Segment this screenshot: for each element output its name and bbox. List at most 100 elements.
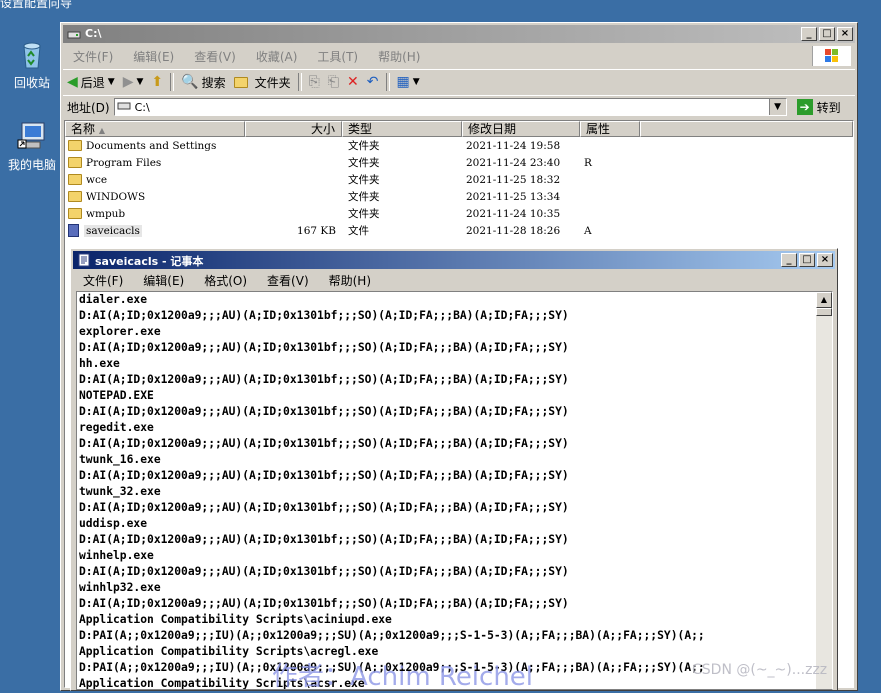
notepad-line: NOTEPAD.EXE xyxy=(79,389,154,402)
toolbar-separator xyxy=(297,73,302,91)
menu-help[interactable]: 帮助(H) xyxy=(319,272,381,289)
notepad-title-bar[interactable]: saveicacls - 记事本 _ □ × xyxy=(73,251,835,269)
notepad-line: hh.exe xyxy=(79,357,120,370)
file-list-header: 名称 ▲ 大小 类型 修改日期 属性 xyxy=(65,121,853,137)
up-folder-icon: ⬆ xyxy=(151,74,164,90)
item-size: 167 KB xyxy=(297,224,336,237)
notepad-line: D:AI(A;ID;0x1200a9;;;AU)(A;ID;0x1301bf;;… xyxy=(79,597,569,610)
close-button[interactable]: × xyxy=(837,27,853,41)
scroll-up-icon[interactable]: ▲ xyxy=(816,292,832,308)
move-to-button[interactable]: ⎘ xyxy=(305,71,324,93)
go-arrow-icon: ➔ xyxy=(796,99,813,115)
notepad-line: D:AI(A;ID;0x1200a9;;;AU)(A;ID;0x1301bf;;… xyxy=(79,341,569,354)
list-item[interactable]: wmpub 文件夹 2021-11-24 10:35 xyxy=(65,205,853,222)
toolbar-separator xyxy=(170,73,175,91)
maximize-button[interactable]: □ xyxy=(819,27,835,41)
recycle-bin-desktop-icon[interactable]: 回收站 xyxy=(0,38,64,91)
menu-file[interactable]: 文件(F) xyxy=(63,48,123,65)
maximize-button[interactable]: □ xyxy=(799,253,815,267)
menu-help[interactable]: 帮助(H) xyxy=(368,48,430,65)
menu-edit[interactable]: 编辑(E) xyxy=(123,48,184,65)
item-name: Documents and Settings xyxy=(86,139,217,152)
notepad-line: winhlp32.exe xyxy=(79,581,161,594)
explorer-title-bar[interactable]: C:\ _ □ × xyxy=(63,25,855,43)
item-type: 文件夹 xyxy=(348,174,380,186)
item-date: 2021-11-28 18:26 xyxy=(466,224,561,237)
folder-icon xyxy=(68,157,82,168)
item-name: saveicacls xyxy=(84,224,142,237)
menu-favorites[interactable]: 收藏(A) xyxy=(246,48,308,65)
folders-icon xyxy=(233,76,248,88)
notepad-line: D:AI(A;ID;0x1200a9;;;AU)(A;ID;0x1301bf;;… xyxy=(79,533,569,546)
copy-to-button[interactable]: ⎗ xyxy=(324,71,343,93)
item-type: 文件夹 xyxy=(348,157,380,169)
notepad-line: D:AI(A;ID;0x1200a9;;;AU)(A;ID;0x1301bf;;… xyxy=(79,501,569,514)
sort-ascending-icon: ▲ xyxy=(98,126,105,135)
list-item[interactable]: Documents and Settings 文件夹 2021-11-24 19… xyxy=(65,137,853,154)
vertical-scrollbar[interactable]: ▲ xyxy=(816,292,832,689)
folders-button[interactable]: 文件夹 xyxy=(230,71,295,93)
item-type: 文件夹 xyxy=(348,191,380,203)
address-dropdown-icon[interactable]: ▼ xyxy=(768,99,786,115)
explorer-title: C:\ xyxy=(85,27,102,40)
column-name[interactable]: 名称 ▲ xyxy=(65,121,245,137)
close-button[interactable]: × xyxy=(817,253,833,267)
forward-button[interactable]: ▶ ▼ xyxy=(119,71,148,93)
menu-view[interactable]: 查看(V) xyxy=(257,272,319,289)
toolbar-separator xyxy=(385,73,390,91)
item-name: wmpub xyxy=(86,207,126,220)
undo-button[interactable]: ↶ xyxy=(363,71,383,93)
notepad-line: dialer.exe xyxy=(79,293,148,306)
back-button[interactable]: ◀ 后退 ▼ xyxy=(63,71,119,93)
column-date[interactable]: 修改日期 xyxy=(462,121,580,137)
recycle-bin-icon xyxy=(16,38,48,70)
item-date: 2021-11-24 19:58 xyxy=(466,139,561,152)
minimize-button[interactable]: _ xyxy=(801,27,817,41)
column-attributes[interactable]: 属性 xyxy=(580,121,640,137)
menu-view[interactable]: 查看(V) xyxy=(184,48,246,65)
go-button[interactable]: ➔ 转到 xyxy=(791,99,847,116)
item-name: Program Files xyxy=(86,156,162,169)
notepad-line: D:AI(A;ID;0x1200a9;;;AU)(A;ID;0x1301bf;;… xyxy=(79,373,569,386)
item-attr: R xyxy=(584,156,592,169)
windows-logo-icon xyxy=(812,46,851,66)
menu-tools[interactable]: 工具(T) xyxy=(307,48,368,65)
search-button[interactable]: 🔍 搜索 xyxy=(177,71,229,93)
column-size[interactable]: 大小 xyxy=(245,121,342,137)
notepad-window: saveicacls - 记事本 _ □ × 文件(F) 编辑(E) 格式(O)… xyxy=(70,248,838,691)
item-date: 2021-11-25 18:32 xyxy=(466,173,561,186)
column-type[interactable]: 类型 xyxy=(342,121,462,137)
views-button[interactable]: ▦ ▼ xyxy=(393,71,424,93)
notepad-title: saveicacls - 记事本 xyxy=(95,255,204,268)
search-label: 搜索 xyxy=(201,75,226,90)
menu-file[interactable]: 文件(F) xyxy=(73,272,133,289)
minimize-button[interactable]: _ xyxy=(781,253,797,267)
item-type: 文件夹 xyxy=(348,208,380,220)
menu-format[interactable]: 格式(O) xyxy=(194,272,257,289)
explorer-toolbar: ◀ 后退 ▼ ▶ ▼ ⬆ 🔍 搜索 文件夹 ⎘ ⎗ ✕ ↶ ▦ ▼ xyxy=(63,69,855,94)
views-icon: ▦ xyxy=(396,74,410,90)
list-item[interactable]: Program Files 文件夹 2021-11-24 23:40 R xyxy=(65,154,853,171)
notepad-line: uddisp.exe xyxy=(79,517,148,530)
menu-edit[interactable]: 编辑(E) xyxy=(133,272,194,289)
notepad-text-area[interactable]: dialer.exe D:AI(A;ID;0x1200a9;;;AU)(A;ID;… xyxy=(76,291,833,690)
list-item[interactable]: saveicacls 167 KB 文件 2021-11-28 18:26 A xyxy=(65,222,853,239)
notepad-line: D:AI(A;ID;0x1200a9;;;AU)(A;ID;0x1301bf;;… xyxy=(79,469,569,482)
up-folder-button[interactable]: ⬆ xyxy=(147,71,167,93)
back-label: 后退 xyxy=(80,75,105,90)
my-computer-desktop-icon[interactable]: 我的电脑 xyxy=(0,120,64,173)
item-date: 2021-11-24 10:35 xyxy=(466,207,561,220)
scroll-thumb[interactable] xyxy=(816,308,832,316)
list-item[interactable]: wce 文件夹 2021-11-25 18:32 xyxy=(65,171,853,188)
folder-icon xyxy=(68,191,82,202)
address-input[interactable]: C:\ ▼ xyxy=(113,98,787,116)
desktop-top-text: 设置配置向导 xyxy=(0,0,73,10)
delete-button[interactable]: ✕ xyxy=(343,71,363,93)
file-icon xyxy=(68,224,79,237)
copy-to-icon: ⎗ xyxy=(327,74,340,90)
drive-icon xyxy=(67,27,81,41)
chevron-down-icon: ▼ xyxy=(107,77,115,87)
list-item[interactable]: WINDOWS 文件夹 2021-11-25 13:34 xyxy=(65,188,853,205)
drive-icon xyxy=(117,101,131,114)
search-icon: 🔍 xyxy=(181,74,199,90)
